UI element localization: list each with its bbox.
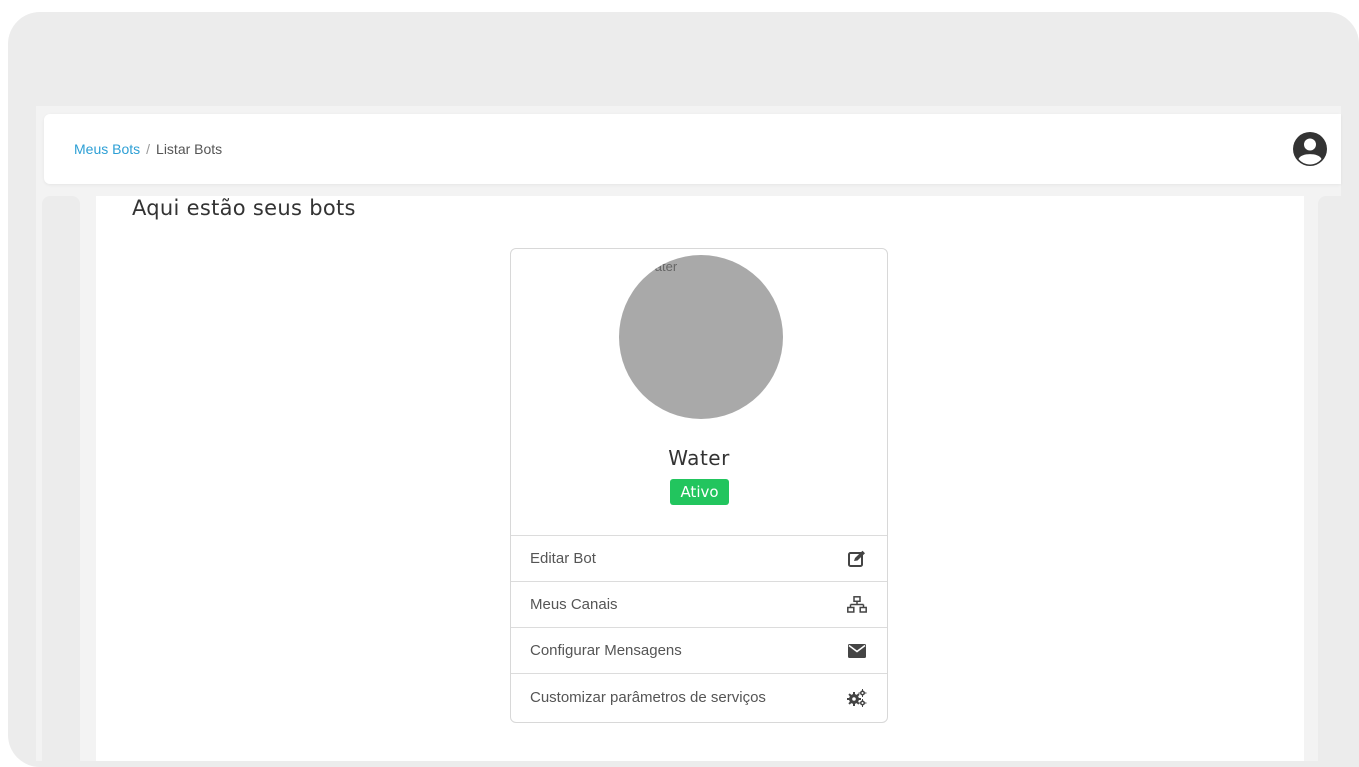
page-title: Aqui estão seus bots	[132, 196, 356, 220]
top-bar: Meus Bots / Listar Bots	[44, 114, 1341, 184]
menu-item-configurar-mensagens[interactable]: Configurar Mensagens	[511, 628, 887, 674]
sitemap-icon	[847, 595, 867, 615]
bot-name: Water	[668, 446, 730, 470]
bot-card: Water Water Ativo Editar Bot Meus Canais	[510, 248, 888, 723]
breadcrumb-separator: /	[146, 141, 151, 157]
menu-item-label: Configurar Mensagens	[530, 642, 682, 659]
breadcrumb-current: Listar Bots	[156, 141, 223, 157]
status-badge: Ativo	[670, 479, 729, 505]
menu-item-editar-bot[interactable]: Editar Bot	[511, 536, 887, 582]
right-gutter	[1318, 196, 1341, 761]
menu-item-meus-canais[interactable]: Meus Canais	[511, 582, 887, 628]
breadcrumb-link-meus-bots[interactable]: Meus Bots	[74, 141, 140, 157]
menu-item-label: Meus Canais	[530, 596, 618, 613]
cogs-icon	[847, 688, 867, 708]
edit-icon	[847, 549, 867, 569]
bot-image-alt-text: Water	[643, 259, 678, 274]
bot-avatar-image: Water	[619, 255, 783, 419]
menu-item-label: Customizar parâmetros de serviços	[530, 689, 766, 706]
bot-actions-menu: Editar Bot Meus Canais Configurar Mensag…	[511, 535, 887, 721]
left-gutter	[42, 196, 80, 761]
envelope-icon	[847, 641, 867, 661]
breadcrumb: Meus Bots / Listar Bots	[74, 141, 222, 157]
user-avatar-icon[interactable]	[1292, 131, 1328, 167]
menu-item-label: Editar Bot	[530, 550, 596, 567]
menu-item-customizar-parametros[interactable]: Customizar parâmetros de serviços	[511, 674, 887, 721]
